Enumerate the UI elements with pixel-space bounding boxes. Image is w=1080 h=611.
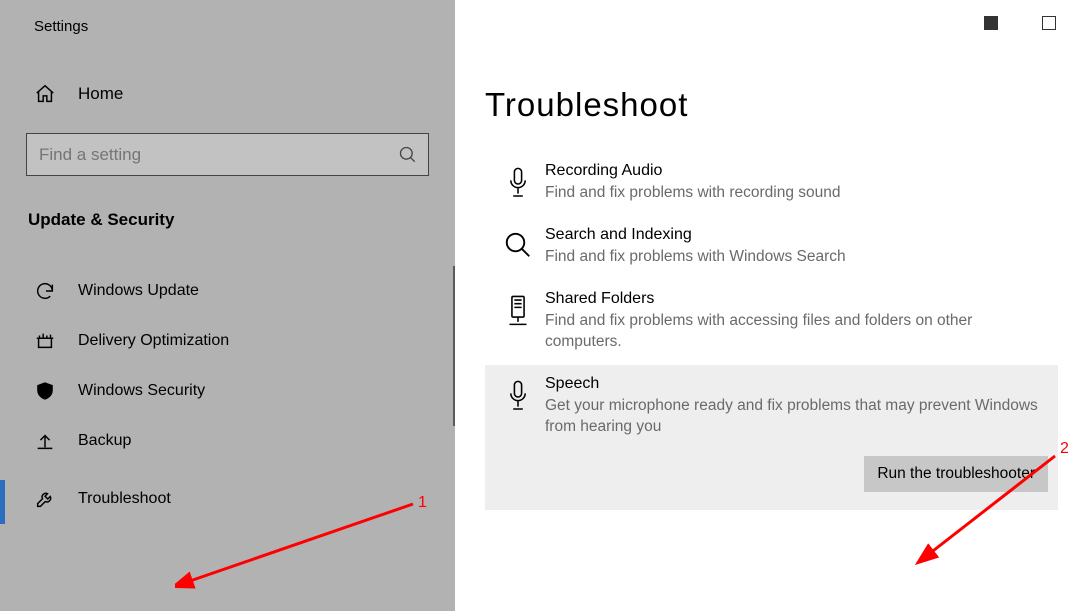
- nav-label: Delivery Optimization: [78, 332, 229, 350]
- nav-label: Troubleshoot: [78, 490, 171, 508]
- nav-troubleshoot[interactable]: Troubleshoot: [0, 474, 455, 524]
- troubleshooter-list: Recording Audio Find and fix problems wi…: [485, 152, 1058, 510]
- microphone-icon: [491, 375, 545, 438]
- sync-icon: [34, 280, 56, 302]
- search-icon: [398, 145, 418, 165]
- backup-icon: [34, 430, 56, 452]
- ts-title: Speech: [545, 375, 1048, 393]
- ts-title: Recording Audio: [545, 162, 1048, 180]
- nav-windows-security[interactable]: Windows Security: [0, 366, 455, 416]
- wrench-icon: [34, 488, 56, 510]
- minimize-button[interactable]: [984, 16, 998, 30]
- search-icon: [491, 226, 545, 268]
- home-icon: [34, 83, 56, 105]
- nav-backup[interactable]: Backup: [0, 416, 455, 466]
- ts-search-indexing[interactable]: Search and Indexing Find and fix problem…: [485, 216, 1058, 280]
- ts-title: Search and Indexing: [545, 226, 1048, 244]
- ts-desc: Get your microphone ready and fix proble…: [545, 396, 1048, 438]
- nav-home-label: Home: [78, 84, 123, 104]
- section-header: Update & Security: [28, 210, 455, 230]
- ts-speech[interactable]: Speech Get your microphone ready and fix…: [485, 365, 1058, 510]
- nav-home[interactable]: Home: [0, 83, 455, 105]
- nav-delivery-optimization[interactable]: Delivery Optimization: [0, 316, 455, 366]
- window-controls: [984, 16, 1056, 30]
- shield-icon: [34, 380, 56, 402]
- ts-title: Shared Folders: [545, 290, 1048, 308]
- page-title: Troubleshoot: [485, 86, 1058, 124]
- main-panel: Troubleshoot Recording Audio Find and fi…: [455, 0, 1080, 611]
- microphone-icon: [491, 162, 545, 204]
- nav-label: Backup: [78, 432, 131, 450]
- nav-label: Windows Update: [78, 282, 199, 300]
- search-input[interactable]: [26, 133, 429, 176]
- app-title: Settings: [0, 18, 455, 35]
- server-icon: [491, 290, 545, 353]
- nav-windows-update[interactable]: Windows Update: [0, 266, 455, 316]
- ts-desc: Find and fix problems with accessing fil…: [545, 311, 1048, 353]
- ts-desc: Find and fix problems with Windows Searc…: [545, 247, 1048, 268]
- sidebar: Settings Home Update & Security Wi: [0, 0, 455, 611]
- maximize-button[interactable]: [1042, 16, 1056, 30]
- ts-desc: Find and fix problems with recording sou…: [545, 183, 1048, 204]
- selection-indicator: [0, 480, 5, 524]
- ts-recording-audio[interactable]: Recording Audio Find and fix problems wi…: [485, 152, 1058, 216]
- sidebar-nav: Windows Update Delivery Optimization Win…: [0, 266, 455, 524]
- ts-shared-folders[interactable]: Shared Folders Find and fix problems wit…: [485, 280, 1058, 365]
- nav-label: Windows Security: [78, 382, 205, 400]
- search-field[interactable]: [39, 145, 398, 165]
- delivery-icon: [34, 330, 56, 352]
- run-troubleshooter-button[interactable]: Run the troubleshooter: [864, 456, 1048, 492]
